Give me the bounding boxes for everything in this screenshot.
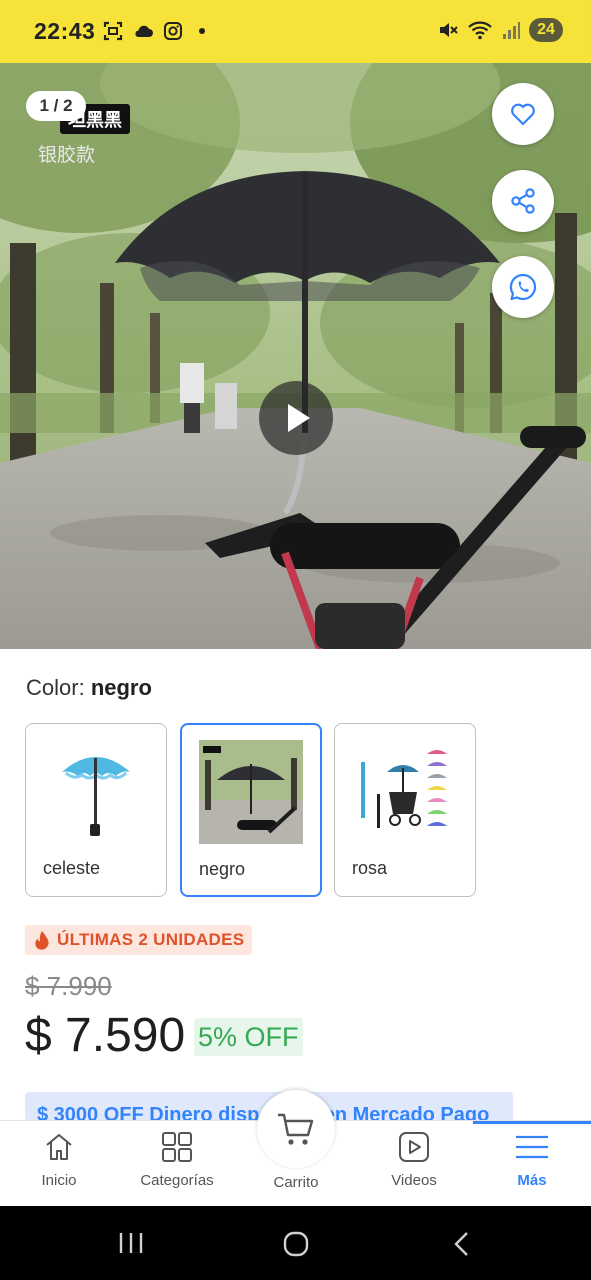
- heart-icon: [511, 103, 535, 126]
- signal-icon: [503, 22, 520, 39]
- variant-option-celeste[interactable]: celeste: [25, 723, 167, 897]
- variant-option-rosa[interactable]: rosa: [334, 723, 476, 897]
- favorite-button[interactable]: [492, 83, 554, 145]
- variant-thumbnail-rosa: [361, 750, 447, 828]
- nav-label: Videos: [391, 1172, 437, 1189]
- nav-item-mas[interactable]: Más: [482, 1131, 582, 1189]
- nav-label: Categorías: [140, 1172, 214, 1189]
- share-icon: [511, 188, 535, 214]
- variant-thumbnail-celeste: [62, 757, 130, 836]
- status-time: 22:43: [34, 18, 96, 44]
- mute-icon: [440, 23, 458, 37]
- instagram-icon: [164, 22, 182, 40]
- grid-icon: [162, 1132, 192, 1162]
- image-pager: 1 / 2: [26, 91, 86, 121]
- active-tab-indicator: [473, 1121, 591, 1124]
- current-price: $ 7.590: [25, 1009, 186, 1062]
- variant-option-negro[interactable]: negro: [180, 723, 322, 897]
- nav-item-videos[interactable]: Videos: [364, 1131, 464, 1189]
- wifi-icon: [468, 21, 492, 40]
- color-selection-label: Color: negro: [26, 675, 152, 701]
- flame-icon: [35, 931, 49, 950]
- discount-badge: 5% OFF: [194, 1018, 303, 1056]
- share-button[interactable]: [492, 170, 554, 232]
- home-icon: [46, 1134, 72, 1160]
- menu-icon: [516, 1135, 548, 1159]
- cart-icon: [278, 1113, 314, 1145]
- variant-label: rosa: [352, 858, 388, 878]
- whatsapp-icon: [509, 273, 537, 301]
- nav-label-carrito: Carrito: [273, 1174, 319, 1191]
- image-overlay-subtext: 银胶款: [38, 145, 96, 166]
- nav-item-carrito[interactable]: [257, 1090, 335, 1168]
- cloud-icon: [135, 25, 153, 37]
- stock-badge: ÚLTIMAS 2 UNIDADES: [25, 925, 253, 955]
- nav-label: Más: [517, 1172, 547, 1189]
- recent-apps-icon[interactable]: [116, 1230, 146, 1256]
- variant-label: celeste: [43, 858, 101, 878]
- video-icon: [399, 1132, 429, 1162]
- stock-badge-text: ÚLTIMAS 2 UNIDADES: [57, 930, 245, 949]
- nav-item-inicio[interactable]: Inicio: [9, 1131, 109, 1189]
- variant-thumbnail-negro: [199, 740, 303, 844]
- screenshot-icon: [103, 21, 123, 41]
- whatsapp-share-button[interactable]: [492, 256, 554, 318]
- nav-item-categorias[interactable]: Categorías: [127, 1131, 227, 1189]
- battery-indicator: 24: [529, 18, 563, 42]
- original-price: $ 7.990: [25, 971, 112, 1001]
- status-bar: 22:43 24: [0, 0, 591, 63]
- play-video-button[interactable]: [259, 381, 333, 455]
- nav-label: Inicio: [41, 1172, 77, 1189]
- selected-color: negro: [90, 675, 152, 700]
- back-icon[interactable]: [452, 1230, 472, 1258]
- system-navigation-bar: [0, 1206, 591, 1280]
- home-button-icon[interactable]: [282, 1230, 310, 1258]
- color-label: Color:: [26, 675, 85, 700]
- play-icon: [288, 404, 310, 432]
- dot-icon: [199, 28, 205, 34]
- variant-label: negro: [199, 859, 246, 879]
